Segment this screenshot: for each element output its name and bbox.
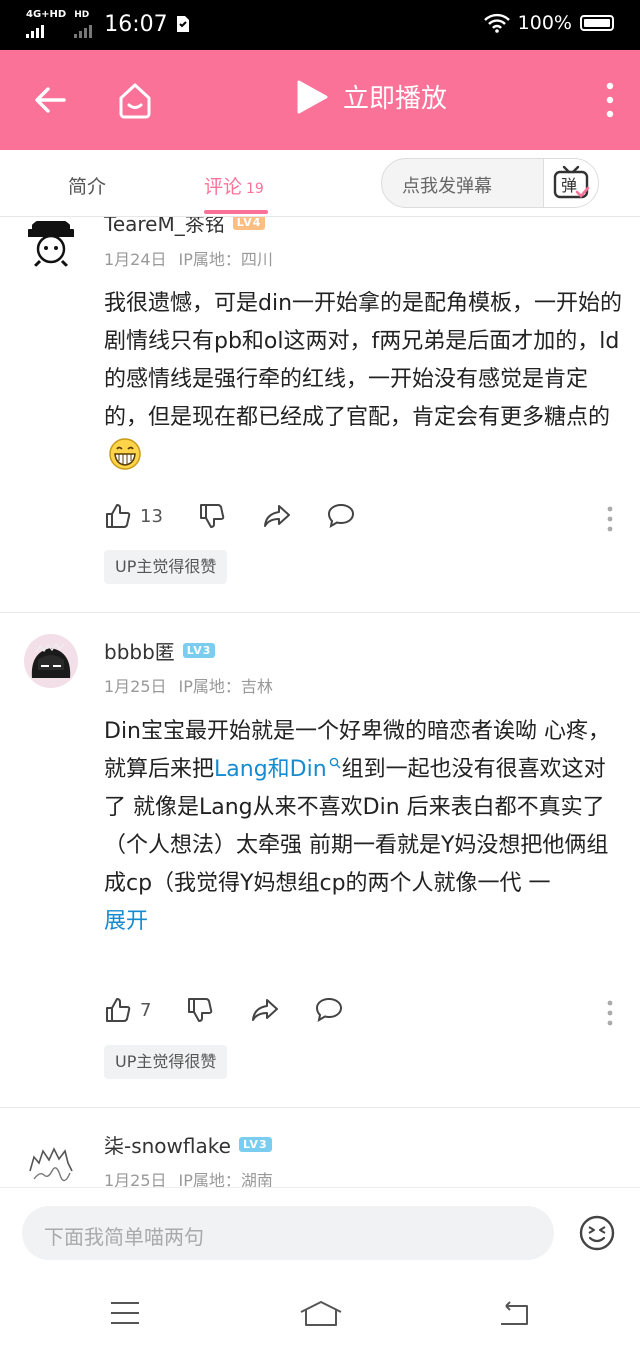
play-now-label: 立即播放 (343, 84, 448, 114)
comment-count: 19 (246, 181, 264, 197)
avatar[interactable] (24, 1131, 78, 1185)
ip-location: IP属地：吉林 (178, 677, 273, 696)
grinning-emoji-icon (109, 438, 141, 470)
comment-input[interactable]: 下面我简单喵两句 (22, 1206, 554, 1260)
network2-type-label: HD (74, 10, 90, 20)
username-text: TeareM_茶铭 (104, 217, 225, 236)
like-count: 7 (140, 999, 152, 1021)
comment-more-icon[interactable] (606, 506, 614, 532)
comment-input-bar: 下面我简单喵两句 (0, 1187, 640, 1280)
tab-comments-label: 评论 (204, 176, 243, 198)
avatar[interactable] (24, 634, 78, 688)
comment-meta: 1月25日 IP属地：吉林 (104, 673, 273, 697)
danmaku-tv-icon: 弹 (553, 165, 590, 199)
level-badge: LV3 (182, 643, 216, 658)
comment-date: 1月24日 (104, 250, 167, 269)
wifi-icon (483, 13, 510, 33)
share-icon[interactable] (250, 996, 280, 1024)
up-liked-badge: UP主觉得很赞 (104, 550, 228, 584)
like-button[interactable]: 7 (104, 996, 151, 1024)
network-type-label: 4G+HD (26, 9, 67, 20)
comment-actions: 13 (104, 502, 614, 534)
ip-location: IP属地：四川 (178, 250, 273, 269)
back-arrow-icon[interactable] (30, 80, 70, 120)
expand-link[interactable]: 展开 (104, 909, 148, 934)
username[interactable]: bbbb匿 LV3 (104, 636, 216, 665)
battery-percentage: 100% (517, 12, 572, 34)
level-badge: LV3 (238, 1137, 272, 1152)
thumbs-up-icon (106, 998, 131, 1022)
active-tab-indicator (204, 210, 268, 214)
comment-more-icon[interactable] (606, 1000, 614, 1026)
comment-actions: 7 (104, 996, 614, 1028)
battery-icon (580, 15, 614, 31)
like-button[interactable]: 13 (104, 502, 163, 530)
comment-text-content: 我很遗憾，可是din一开始拿的是配角模板，一开始的剧情线只有pb和ol这两对，f… (104, 291, 623, 430)
username-text: bbbb匿 (104, 640, 175, 664)
clock: 16:07 (104, 11, 168, 37)
comment-divider (0, 612, 640, 613)
ip-location: IP属地：湖南 (178, 1171, 273, 1187)
tab-comments[interactable]: 评论 19 (204, 172, 264, 199)
signal2-strength-icon (74, 22, 93, 38)
username[interactable]: 柒-snowflake LV3 (104, 1130, 272, 1159)
comment-date: 1月25日 (104, 677, 167, 696)
danmaku-input[interactable]: 点我发弹幕 弹 (381, 158, 599, 208)
status-bar: 4G+HD HD 16:07 100% (0, 0, 640, 50)
up-liked-badge: UP主觉得很赞 (104, 1045, 228, 1079)
search-icon (329, 757, 341, 769)
username-text: 柒-snowflake (104, 1134, 231, 1158)
signal-strength-icon (26, 22, 66, 38)
comment-text: Din宝宝最开始就是一个好卑微的暗恋者诶呦 心疼，就算后来把Lang和Din 组到… (104, 713, 624, 941)
reply-comment-icon[interactable] (314, 996, 344, 1024)
comment-input-placeholder: 下面我简单喵两句 (44, 1225, 204, 1249)
search-keyword-link[interactable]: Lang和Din (214, 757, 342, 782)
back-nav-icon[interactable] (498, 1300, 530, 1326)
sim-card-icon (176, 16, 189, 32)
comment-text: 我很遗憾，可是din一开始拿的是配角模板，一开始的剧情线只有pb和ol这两对，f… (104, 285, 624, 478)
home-icon[interactable] (115, 80, 155, 120)
app-bar: 立即播放 (0, 50, 640, 150)
emoji-icon[interactable] (578, 1214, 616, 1252)
menu-icon[interactable] (110, 1300, 140, 1326)
thumbs-down-icon[interactable] (186, 996, 214, 1024)
danmaku-icon-label: 弹 (561, 176, 577, 195)
play-icon (297, 80, 328, 113)
reply-comment-icon[interactable] (326, 502, 356, 530)
comment-date: 1月25日 (104, 1171, 167, 1187)
level-badge: LV4 (232, 217, 266, 230)
search-keyword-text: Lang和Din (214, 757, 327, 782)
danmaku-placeholder: 点我发弹幕 (402, 176, 492, 197)
system-navigation-bar (0, 1280, 640, 1351)
comment-meta: 1月25日 IP属地：湖南 (104, 1167, 273, 1187)
avatar[interactable] (24, 217, 78, 271)
comment-meta: 1月24日 IP属地：四川 (104, 246, 273, 270)
play-now-button[interactable]: 立即播放 (295, 78, 447, 115)
thumbs-down-icon[interactable] (198, 502, 226, 530)
comment-divider (0, 1107, 640, 1108)
thumbs-up-icon (106, 504, 131, 528)
tab-intro[interactable]: 简介 (68, 172, 106, 199)
danmaku-toggle-button[interactable]: 弹 (543, 159, 598, 207)
like-count: 13 (140, 505, 163, 527)
username[interactable]: TeareM_茶铭 LV4 (104, 217, 266, 237)
home-nav-icon[interactable] (299, 1300, 343, 1328)
comment-list: TeareM_茶铭 LV4 1月24日 IP属地：四川 我很遗憾，可是din一开始… (0, 217, 640, 1187)
share-icon[interactable] (262, 502, 292, 530)
more-options-icon[interactable] (604, 82, 616, 118)
